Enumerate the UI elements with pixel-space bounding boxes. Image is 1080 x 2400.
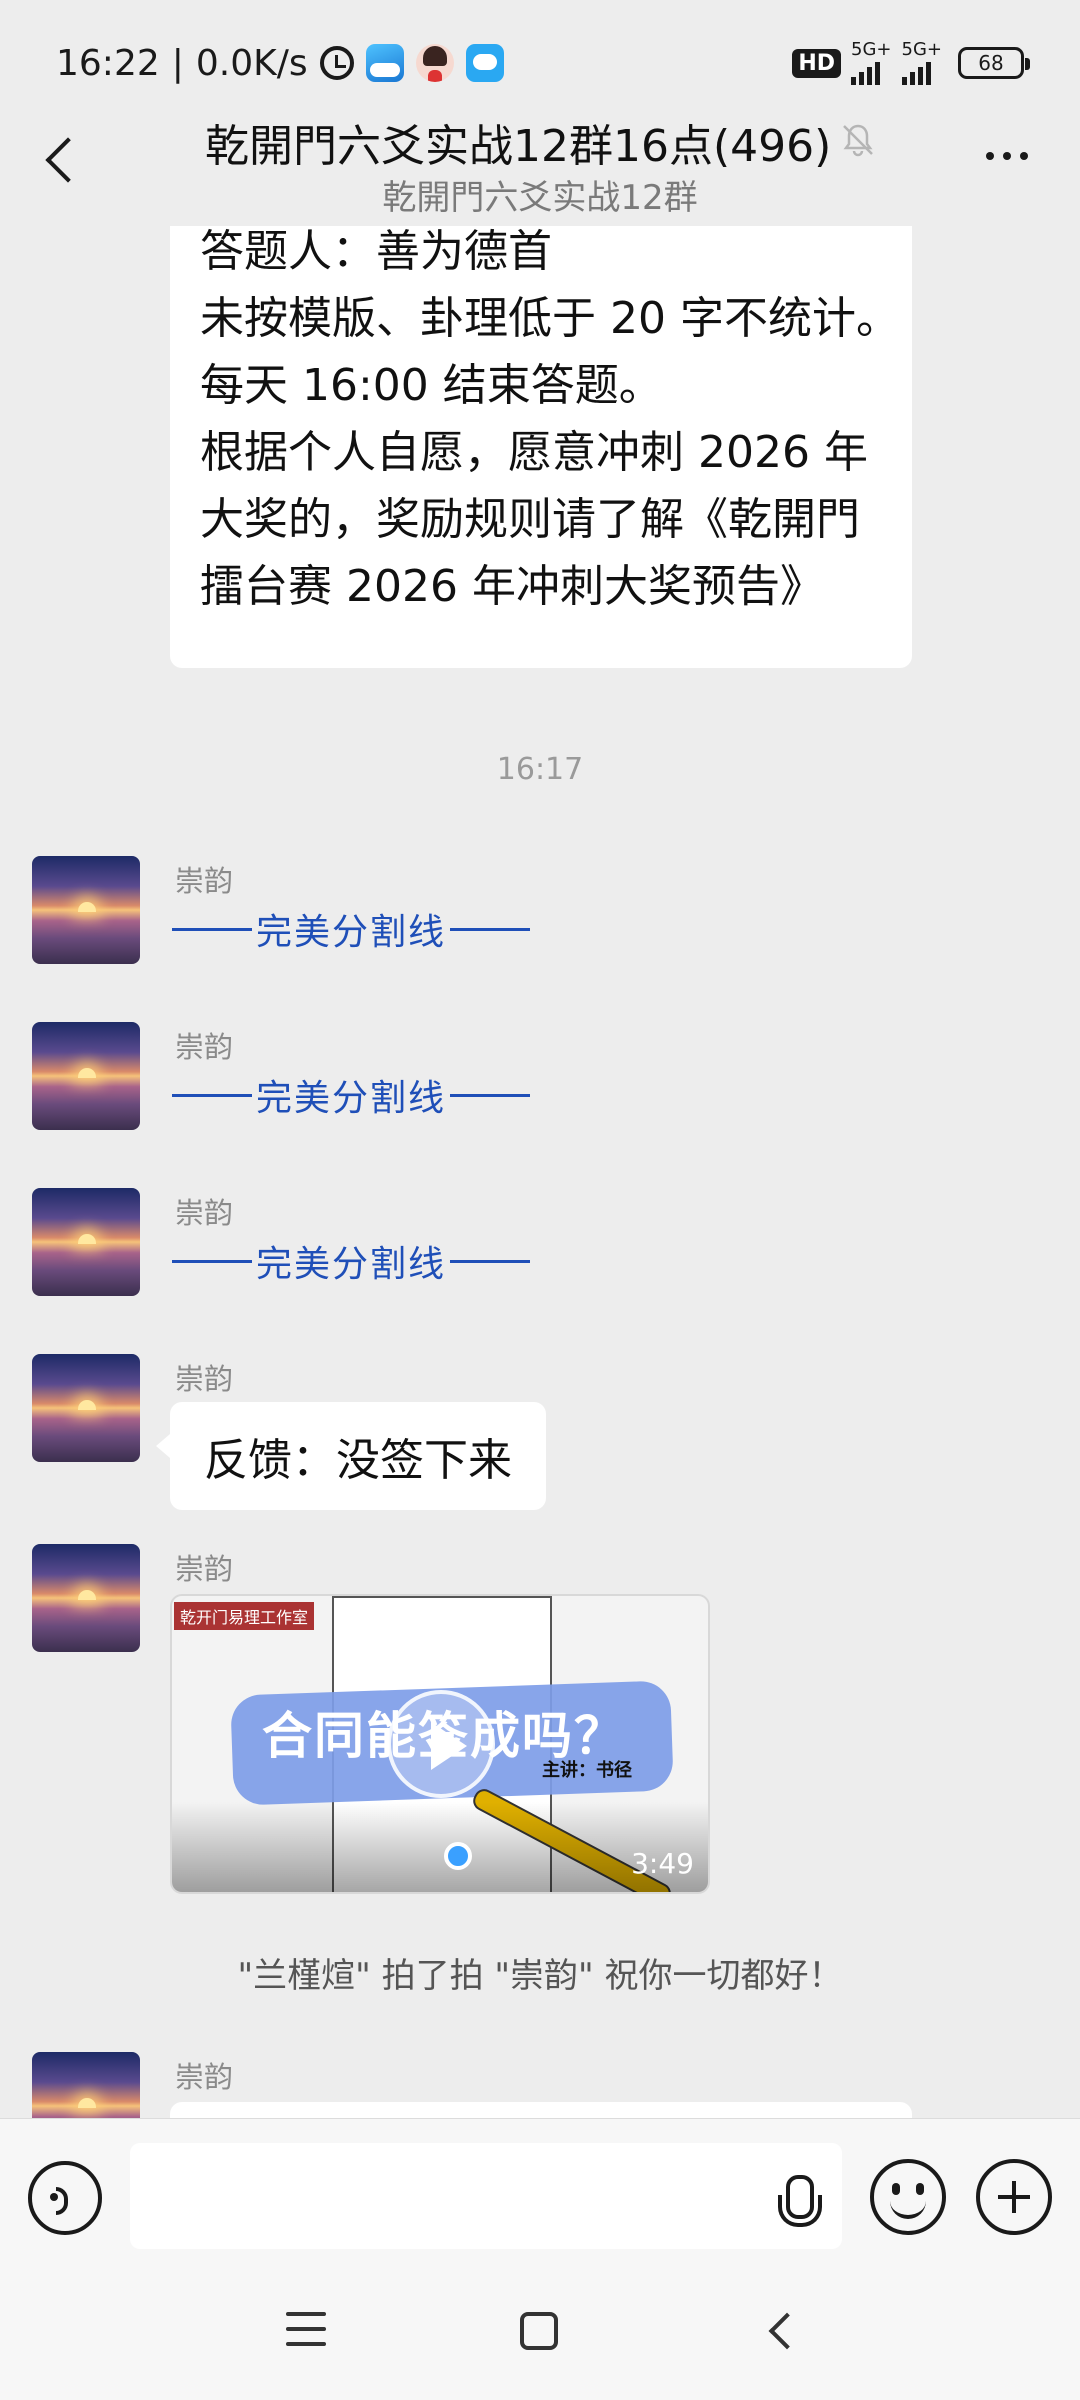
message-bubble-feedback[interactable]: 反馈：没签下来 bbox=[156, 1402, 546, 1510]
divider-text: 完美分割线 bbox=[256, 1078, 447, 1119]
message-bubble-partial[interactable] bbox=[170, 2102, 912, 2118]
status-time: 16:22 bbox=[56, 42, 160, 84]
avatar[interactable] bbox=[32, 1188, 140, 1296]
back-nav-icon[interactable] bbox=[764, 2314, 796, 2346]
message-line: 大奖的，奖励规则请了解《乾開門 bbox=[200, 494, 860, 545]
more-options-button[interactable] bbox=[986, 152, 1028, 160]
video-host: 主讲：书径 bbox=[542, 1760, 632, 1781]
recent-apps-icon[interactable] bbox=[286, 2312, 326, 2346]
signal-bars-icon bbox=[901, 59, 931, 85]
sender-name: 崇韵 bbox=[175, 2060, 234, 2094]
divider-message[interactable]: 完美分割线 bbox=[172, 1236, 531, 1286]
divider-line bbox=[172, 1259, 252, 1263]
video-duration: 3:49 bbox=[631, 1847, 694, 1880]
chat-messages[interactable]: 答题人：善为德首 未按模版、卦理低于 20 字不统计。 每天 16:00 结束答… bbox=[0, 226, 1080, 2118]
network-speed: 0.0K/s bbox=[195, 42, 308, 84]
divider-line bbox=[450, 1093, 531, 1097]
chat-header: 乾開門六爻实战12群16点(496) 乾開門六爻实战12群 bbox=[0, 100, 1080, 226]
sim1-signal: 5G+ bbox=[851, 39, 892, 85]
sender-name: 崇韵 bbox=[175, 1552, 234, 1586]
divider-message[interactable]: 完美分割线 bbox=[172, 1070, 531, 1120]
divider-text: 完美分割线 bbox=[256, 1244, 447, 1285]
sender-name: 崇韵 bbox=[175, 1030, 234, 1064]
sim2-signal: 5G+ bbox=[901, 39, 942, 85]
message-line: 未按模版、卦理低于 20 字不统计。 bbox=[200, 293, 900, 344]
divider-line bbox=[450, 927, 531, 931]
status-right: HD 5G+ 5G+ 68 bbox=[792, 39, 1030, 86]
avatar[interactable] bbox=[32, 2052, 140, 2118]
avatar[interactable] bbox=[32, 1354, 140, 1462]
signal-bars-icon bbox=[851, 59, 881, 85]
message-line: 每天 16:00 结束答题。 bbox=[200, 360, 663, 411]
video-shade bbox=[172, 1802, 708, 1892]
play-icon[interactable] bbox=[387, 1690, 495, 1798]
weather-app-icon bbox=[365, 44, 404, 82]
avatar-app-icon bbox=[415, 44, 454, 82]
avatar[interactable] bbox=[32, 1022, 140, 1130]
mute-bell-icon bbox=[843, 124, 873, 157]
message-input[interactable] bbox=[130, 2143, 842, 2249]
emoji-button[interactable] bbox=[870, 2159, 946, 2235]
chat-subtitle: 乾開門六爻实战12群 bbox=[382, 178, 698, 218]
video-message[interactable]: 乾开门易理工作室 合同能签成吗？ 主讲：书径 3:49 bbox=[170, 1594, 710, 1894]
message-line: 擂台赛 2026 年冲刺大奖预告》 bbox=[200, 561, 824, 612]
status-separator: | bbox=[171, 42, 184, 84]
divider-line bbox=[450, 1259, 531, 1263]
video-progress-dot bbox=[444, 1842, 472, 1870]
video-tag: 乾开门易理工作室 bbox=[174, 1602, 315, 1630]
input-bar bbox=[0, 2118, 1080, 2268]
sim2-label: 5G+ bbox=[901, 39, 942, 60]
avatar[interactable] bbox=[32, 856, 140, 964]
sender-name: 崇韵 bbox=[175, 1362, 234, 1396]
divider-line bbox=[172, 927, 252, 931]
message-line: 根据个人自愿，愿意冲刺 2026 年 bbox=[200, 427, 868, 478]
status-left: 16:22 | 0.0K/s bbox=[56, 38, 504, 88]
divider-text: 完美分割线 bbox=[256, 912, 447, 953]
chat-title: 乾開門六爻实战12群16点(496) bbox=[205, 121, 832, 172]
message-bubble-rules[interactable]: 答题人：善为德首 未按模版、卦理低于 20 字不统计。 每天 16:00 结束答… bbox=[170, 226, 912, 668]
alarm-icon bbox=[319, 46, 354, 80]
microphone-icon[interactable] bbox=[778, 2175, 822, 2233]
more-actions-button[interactable] bbox=[976, 2159, 1052, 2235]
sender-name: 崇韵 bbox=[175, 1196, 234, 1230]
sender-name: 崇韵 bbox=[175, 864, 234, 898]
time-separator: 16:17 bbox=[496, 752, 584, 787]
avatar[interactable] bbox=[32, 1544, 140, 1652]
voice-mode-button[interactable] bbox=[28, 2161, 102, 2235]
message-line: 答题人：善为德首 bbox=[200, 226, 552, 277]
battery-icon: 68 bbox=[958, 47, 1030, 79]
divider-line bbox=[172, 1093, 252, 1097]
hd-badge: HD bbox=[792, 48, 842, 78]
system-nav-bar bbox=[0, 2268, 1080, 2400]
home-icon[interactable] bbox=[520, 2312, 558, 2350]
cloud-app-icon bbox=[465, 44, 504, 82]
divider-message[interactable]: 完美分割线 bbox=[172, 904, 531, 954]
sim1-label: 5G+ bbox=[851, 39, 892, 60]
system-notice: "兰槿煊" 拍了拍 "崇韵" 祝你一切都好！ bbox=[237, 1956, 843, 1996]
